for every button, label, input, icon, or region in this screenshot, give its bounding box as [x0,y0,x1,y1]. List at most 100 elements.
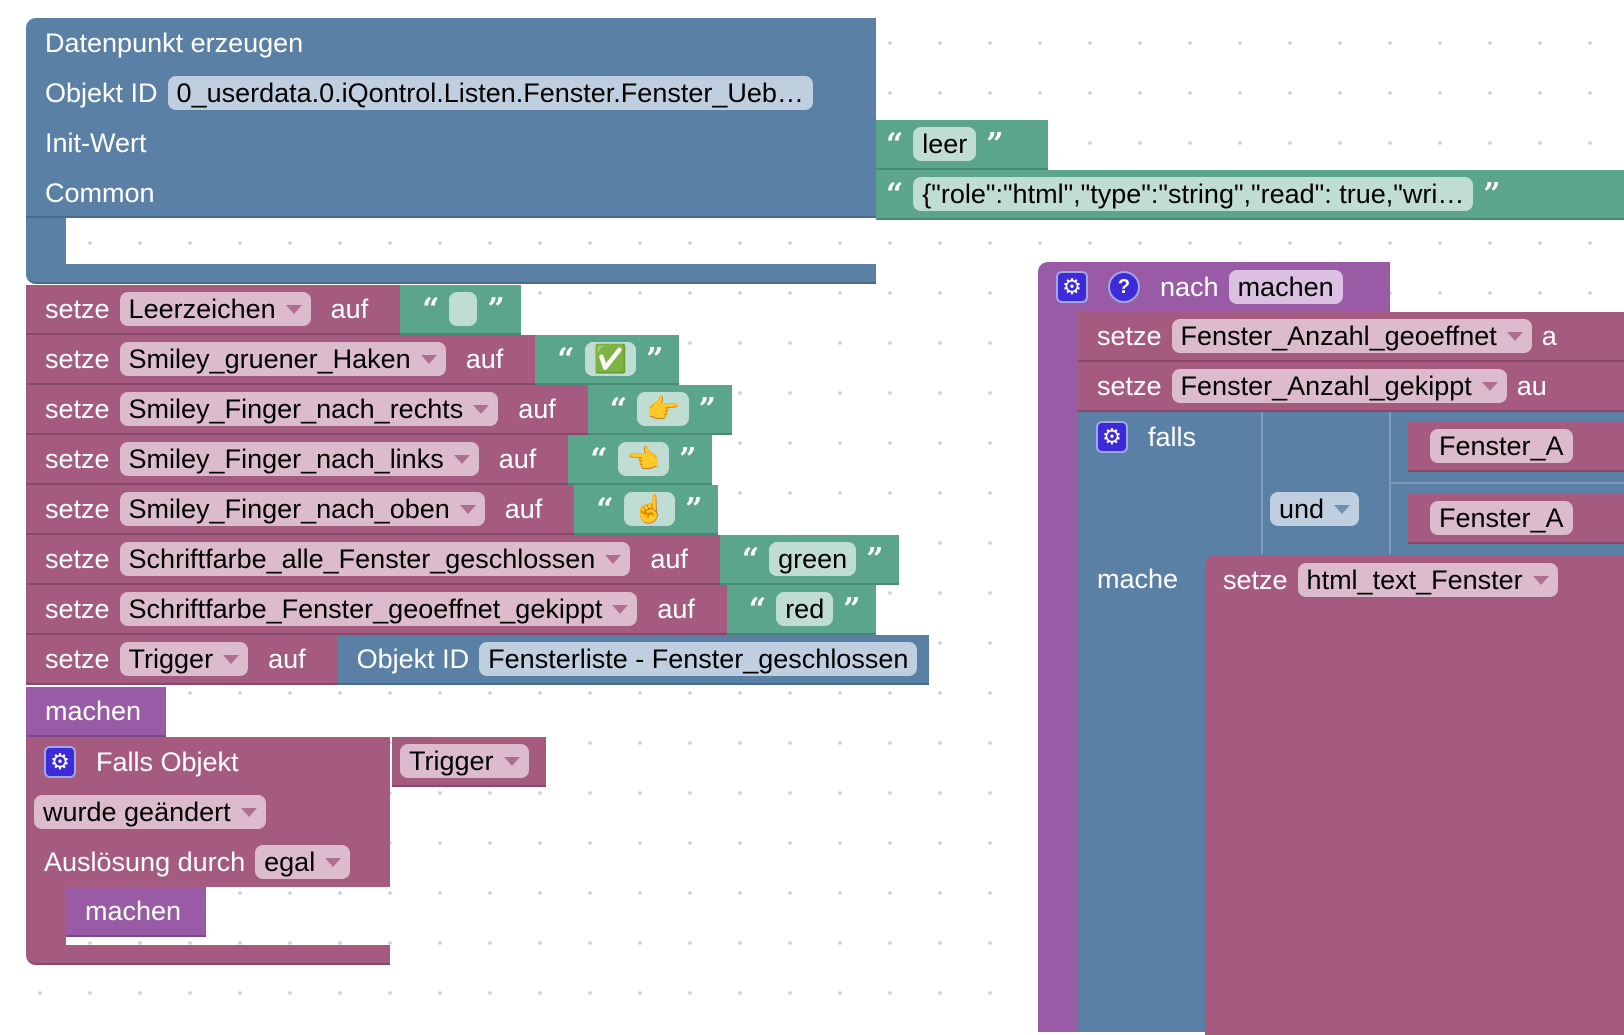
trigger-source-dropdown[interactable]: egal [255,845,351,879]
set-variable-block[interactable]: setze Schriftfarbe_Fenster_geoeffnet_gek… [26,585,727,635]
falls-label: falls [1148,421,1197,452]
chevron-down-icon [1481,381,1498,391]
text-block[interactable]: “ ☝️ ” [574,485,719,535]
procedure-name-field[interactable]: machen [1228,270,1343,304]
gear-icon[interactable]: ⚙ [1096,421,1128,453]
set-variable-row[interactable]: setze Schriftfarbe_alle_Fenster_geschlos… [26,535,929,585]
object-id-field[interactable]: Fensterliste - Fenster_geschlossen [479,642,918,676]
set-variable-block[interactable]: setze Trigger auf [26,635,338,685]
trigger-variable-block[interactable]: Trigger [392,737,546,787]
open-quote-icon: “ [557,341,575,377]
text-block[interactable]: “ red ” [726,585,877,635]
close-quote-icon: ” [685,491,703,527]
text-value-field[interactable]: red [776,592,834,626]
if-block[interactable]: ⚙ falls und Fenster_A Fenster_A mache set… [1078,412,1624,1035]
variable-dropdown[interactable]: html_text_Fenster [1297,563,1558,597]
common-value-field[interactable]: {"role":"html","type":"string","read": t… [913,177,1474,211]
set-variable-block[interactable]: setze Smiley_gruener_Haken auf [26,335,536,385]
block-title: Datenpunkt erzeugen [45,27,304,58]
text-value-field[interactable]: 👈 [617,442,670,476]
condition-variable-2[interactable]: Fenster_A [1430,501,1573,535]
trigger-label: Falls Objekt [96,746,239,777]
mache-label: mache [1097,563,1179,594]
text-value-field[interactable]: green [769,542,857,576]
close-quote-icon: ” [646,341,664,377]
block-rail [26,218,66,268]
gear-icon[interactable]: ⚙ [44,746,76,778]
condition-block-1[interactable]: Fenster_A [1408,422,1624,472]
text-value-field[interactable]: ☝️ [623,492,676,526]
close-quote-icon: ” [487,291,505,327]
block-rail [26,887,66,947]
auf-label: a [1541,320,1557,351]
text-value-field[interactable]: 👉 [637,392,689,426]
set-variable-row[interactable]: setze Leerzeichen auf “” [26,285,929,335]
set-variable-row[interactable]: setze Trigger auf Objekt ID Fensterliste -… [26,635,930,685]
set-variable-row[interactable]: setze Fenster_Anzahl_geoeffnet a [1078,312,1624,362]
setze-label: setze [45,393,110,424]
variable-dropdown[interactable]: Smiley_Finger_nach_rechts [119,392,499,426]
chevron-down-icon [503,756,520,766]
variable-dropdown[interactable]: Smiley_Finger_nach_oben [119,492,485,526]
text-block[interactable]: “ green ” [719,535,900,585]
set-variable-row[interactable]: setze Fenster_Anzahl_gekippt au [1078,362,1624,412]
variable-dropdown[interactable]: Schriftfarbe_Fenster_geoeffnet_gekippt [119,592,638,626]
set-variable-row[interactable]: setze Schriftfarbe_Fenster_geoeffnet_gek… [26,585,929,635]
common-text-block[interactable]: “ {"role":"html","type":"string","read": … [876,170,1624,220]
set-variable-row[interactable]: setze Smiley_Finger_nach_links auf “ 👈 ” [26,435,929,485]
set-variable-block[interactable]: setze Smiley_Finger_nach_links auf [26,435,569,485]
open-quote-icon: “ [741,541,760,577]
call-procedure-machen[interactable]: machen [26,687,166,737]
text-block[interactable]: “ ✅ ” [535,335,680,385]
open-quote-icon: “ [609,391,628,427]
text-block[interactable]: “” [400,285,521,335]
set-variable-row[interactable]: setze Smiley_Finger_nach_rechts auf “ 👉 ” [26,385,929,435]
close-quote-icon: ” [679,441,697,477]
object-id-field[interactable]: 0_userdata.0.iQontrol.Listen.Fenster.Fen… [167,76,813,110]
auf-label: auf [268,643,306,674]
changed-dropdown[interactable]: wurde geändert [34,795,266,829]
gear-icon[interactable]: ⚙ [1056,271,1088,303]
close-quote-icon: ” [986,126,1004,162]
chevron-down-icon [325,857,342,867]
set-variable-block[interactable]: setze Leerzeichen auf [26,285,401,335]
set-variable-block[interactable]: setze Smiley_Finger_nach_rechts auf [26,385,588,435]
text-block[interactable]: “ 👉 ” [587,385,732,435]
variable-dropdown[interactable]: Fenster_Anzahl_gekippt [1171,369,1507,403]
create-datapoint-block[interactable]: Datenpunkt erzeugen Objekt ID 0_userdata… [26,18,876,218]
set-variable-stack: setze Leerzeichen auf “” setze Smiley_gru… [26,285,930,685]
text-value-field[interactable] [449,292,478,326]
logic-operator-dropdown[interactable]: und [1270,492,1360,526]
inner-set-block[interactable]: setze html_text_Fenster [1205,555,1624,1035]
close-quote-icon: ” [698,391,716,427]
common-label: Common [45,177,155,208]
help-icon[interactable]: ? [1108,271,1140,303]
set-variable-block[interactable]: setze Schriftfarbe_alle_Fenster_geschlos… [26,535,720,585]
close-quote-icon: ” [866,541,884,577]
procedure-definition-block[interactable]: ⚙? nach machen [1038,262,1390,312]
variable-dropdown[interactable]: Trigger [119,642,249,676]
chevron-down-icon [1506,331,1523,341]
variable-dropdown[interactable]: Leerzeichen [119,292,311,326]
init-value-field[interactable]: leer [913,127,977,161]
text-value-field[interactable]: ✅ [584,342,637,376]
trigger-variable-dropdown[interactable]: Trigger [409,744,494,778]
set-variable-row[interactable]: setze Smiley_gruener_Haken auf “ ✅ ” [26,335,929,385]
call-procedure-machen-inner[interactable]: machen [66,887,206,937]
condition-variable-1[interactable]: Fenster_A [1430,429,1573,463]
condition-block-2[interactable]: Fenster_A [1408,494,1624,544]
block-footer [26,945,390,965]
trigger-block[interactable]: ⚙ Falls Objekt wurde geändert Auslösung d… [26,737,390,887]
variable-dropdown[interactable]: Schriftfarbe_alle_Fenster_geschlossen [119,542,631,576]
procedure-label: nach [1160,271,1219,302]
object-id-block[interactable]: Objekt ID Fensterliste - Fenster_geschlos… [337,635,930,685]
chevron-down-icon [420,354,437,364]
init-text-block[interactable]: “ leer ” [876,120,1048,170]
variable-dropdown[interactable]: Fenster_Anzahl_geoeffnet [1171,319,1532,353]
open-quote-icon: “ [596,491,614,527]
variable-dropdown[interactable]: Smiley_Finger_nach_links [119,442,479,476]
text-block[interactable]: “ 👈 ” [568,435,713,485]
set-variable-row[interactable]: setze Smiley_Finger_nach_oben auf “ ☝️ ” [26,485,929,535]
set-variable-block[interactable]: setze Smiley_Finger_nach_oben auf [26,485,575,535]
variable-dropdown[interactable]: Smiley_gruener_Haken [119,342,446,376]
